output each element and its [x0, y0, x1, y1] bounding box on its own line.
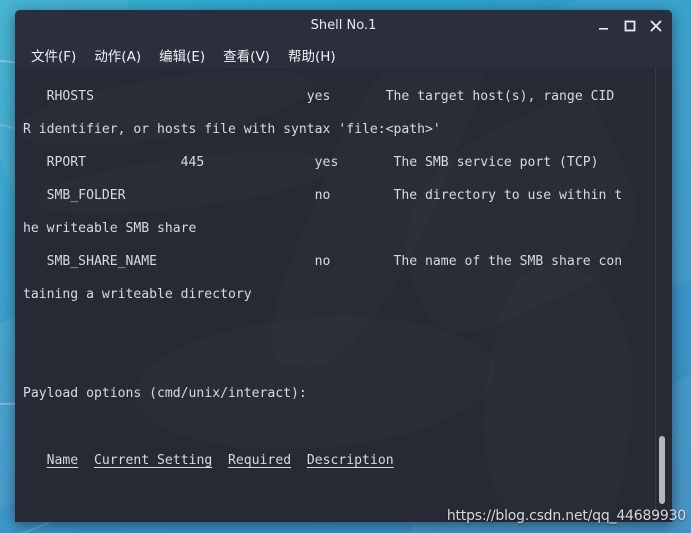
- terminal-line: R identifier, or hosts file with syntax …: [23, 121, 441, 137]
- terminal-scrollbar[interactable]: [656, 68, 668, 522]
- window-title: Shell No.1: [310, 18, 377, 33]
- close-icon[interactable]: [649, 19, 663, 33]
- menubar: 文件(F) 动作(A) 编辑(E) 查看(V) 帮助(H): [15, 41, 672, 68]
- column-header-current-setting: Current Setting: [93, 452, 213, 468]
- terminal-line: SMB_SHARE_NAME no The name of the SMB sh…: [23, 254, 623, 270]
- window-titlebar[interactable]: Shell No.1: [15, 10, 672, 41]
- blog-watermark: https://blog.csdn.net/qq_44689930: [446, 508, 686, 524]
- menu-item-view[interactable]: 查看(V): [214, 43, 279, 67]
- menu-item-help[interactable]: 帮助(H): [279, 43, 345, 67]
- terminal-line: taining a writeable directory: [23, 287, 252, 303]
- scrollbar-thumb[interactable]: [659, 436, 665, 504]
- minimize-icon[interactable]: [597, 19, 611, 33]
- menu-item-edit[interactable]: 编辑(E): [150, 43, 214, 67]
- terminal-line: SMB_FOLDER no The directory to use withi…: [23, 187, 623, 203]
- payload-options-heading: Payload options (cmd/unix/interact):: [23, 386, 307, 402]
- terminal-window[interactable]: Shell No.1 文件(F) 动作(A) 编辑(E) 查看(V) 帮助(H): [15, 10, 672, 522]
- terminal-text-buffer: RHOSTS yes The target host(s), range CID…: [15, 68, 622, 522]
- terminal-screen[interactable]: RHOSTS yes The target host(s), range CID…: [15, 68, 672, 522]
- menu-item-action[interactable]: 动作(A): [85, 43, 150, 67]
- terminal-line: he writeable SMB share: [23, 220, 197, 236]
- menu-item-file[interactable]: 文件(F): [22, 43, 85, 67]
- terminal-line: RHOSTS yes The target host(s), range CID: [23, 88, 615, 104]
- desktop-background: Shell No.1 文件(F) 动作(A) 编辑(E) 查看(V) 帮助(H): [0, 0, 691, 533]
- terminal-line: RPORT 445 yes The SMB service port (TCP): [23, 154, 599, 170]
- window-controls: [597, 10, 663, 41]
- column-header-name: Name: [46, 452, 79, 468]
- payload-options-header-row: Name Current Setting Required Descriptio…: [23, 453, 622, 470]
- column-header-description: Description: [306, 452, 394, 468]
- column-header-required: Required: [228, 452, 292, 468]
- maximize-icon[interactable]: [623, 19, 637, 33]
